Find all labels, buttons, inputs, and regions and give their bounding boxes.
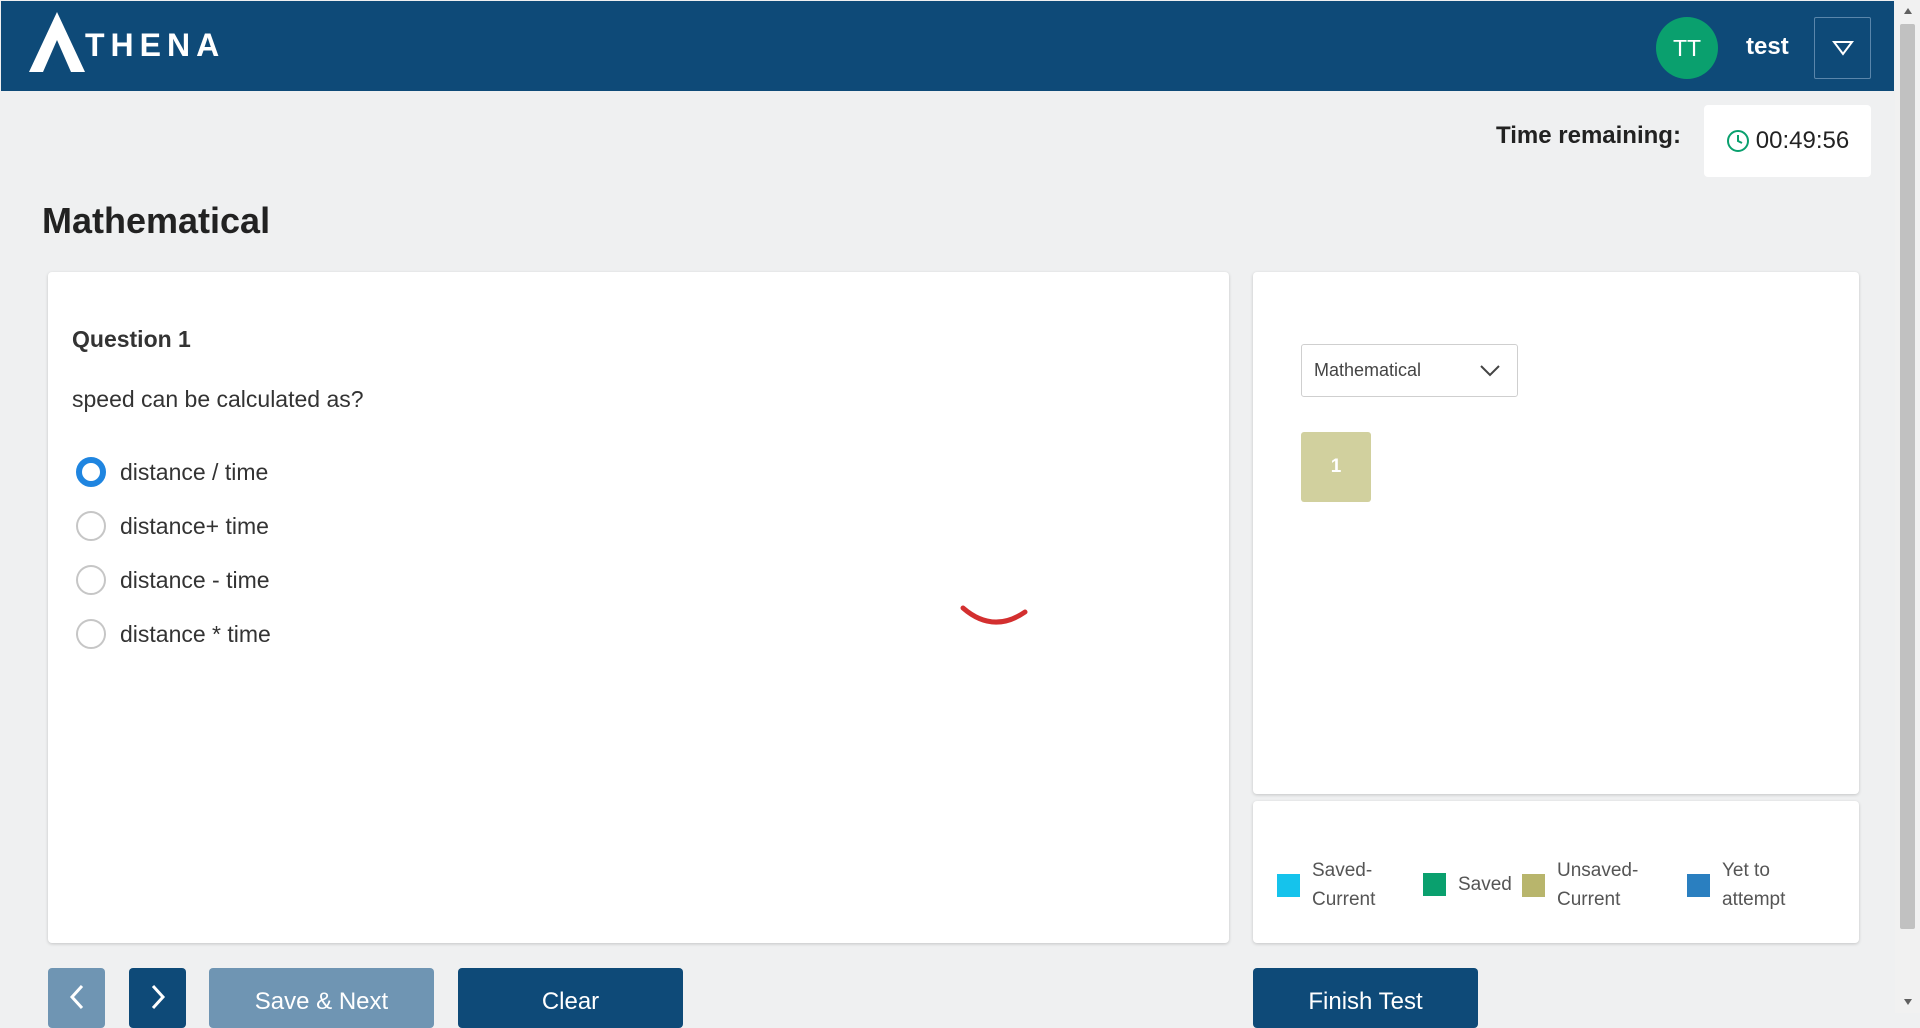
legend-label-line: Saved- [1312, 860, 1373, 881]
section-select[interactable]: Mathematical [1301, 344, 1518, 397]
scroll-down-arrow[interactable] [1895, 991, 1920, 1013]
option-label: distance - time [120, 566, 270, 593]
triangle-down-icon [1831, 41, 1854, 56]
timer-value: 00:49:56 [1755, 127, 1850, 154]
option-2[interactable]: distance+ time [76, 509, 269, 543]
option-radio[interactable] [76, 619, 106, 649]
page-scrollbar[interactable] [1895, 0, 1920, 1013]
brand-name: THENA [85, 26, 226, 63]
legend-label: Saved [1458, 874, 1512, 895]
legend-swatch [1687, 873, 1710, 897]
timer-display: 00:49:56 [1704, 105, 1871, 177]
question-text: speed can be calculated as? [72, 386, 364, 412]
option-label: distance * time [120, 620, 271, 647]
scroll-up-arrow[interactable] [1895, 0, 1920, 22]
legend-swatch [1522, 873, 1545, 897]
time-remaining-label: Time remaining: [1496, 122, 1681, 149]
legend-label-line: Unsaved- [1557, 860, 1639, 881]
legend-item-saved: Saved [1423, 870, 1512, 899]
option-3[interactable]: distance - time [76, 563, 270, 597]
logo-a-icon [29, 12, 85, 72]
avatar[interactable]: TT [1656, 17, 1718, 79]
legend-label: Saved- Current [1312, 856, 1375, 914]
scroll-thumb[interactable] [1900, 24, 1915, 929]
section-select-value: Mathematical [1314, 360, 1422, 380]
finish-test-button[interactable]: Finish Test [1253, 968, 1478, 1028]
legend-label-line: Current [1557, 889, 1621, 910]
option-radio[interactable] [76, 511, 106, 541]
loading-spinner-icon [960, 605, 1028, 625]
legend-label-line: Yet to [1722, 860, 1770, 881]
option-label: distance / time [120, 458, 269, 485]
option-1[interactable]: distance / time [76, 455, 268, 489]
legend-item-saved-current: Saved- Current [1277, 856, 1375, 914]
status-legend-card: Saved- Current Saved Unsaved- Current Ye… [1253, 801, 1859, 943]
question-card: Question 1 speed can be calculated as? d… [48, 272, 1229, 943]
legend-label-line: Current [1312, 889, 1376, 910]
legend-swatch [1277, 873, 1300, 897]
option-4[interactable]: distance * time [76, 617, 271, 651]
legend-item-unsaved-current: Unsaved- Current [1522, 856, 1638, 914]
previous-button[interactable] [48, 968, 105, 1028]
top-header-bar: THENA TT test [1, 1, 1894, 91]
username-label: test [1746, 33, 1789, 60]
clock-icon [1726, 130, 1749, 152]
option-label: distance+ time [120, 512, 269, 539]
legend-swatch [1423, 873, 1446, 896]
option-radio-selected[interactable] [76, 457, 106, 487]
next-button[interactable] [129, 968, 186, 1028]
athena-logo[interactable]: THENA [25, 9, 225, 75]
question-navigator-card: Mathematical 1 [1253, 272, 1859, 794]
save-next-button[interactable]: Save & Next [209, 968, 434, 1028]
chevron-left-icon [69, 984, 83, 1010]
question-number: Question 1 [72, 326, 191, 352]
clear-button[interactable]: Clear [458, 968, 683, 1028]
chevron-down-icon [1480, 364, 1500, 376]
option-radio[interactable] [76, 565, 106, 595]
arrow-up-icon [1903, 8, 1912, 14]
user-menu-button[interactable] [1814, 17, 1871, 79]
question-tile-1[interactable]: 1 [1301, 432, 1371, 502]
legend-label-line: attempt [1722, 889, 1786, 910]
arrow-down-icon [1903, 999, 1912, 1005]
chevron-right-icon [151, 984, 165, 1010]
legend-item-yet-to-attempt: Yet to attempt [1687, 856, 1785, 914]
legend-label: Unsaved- Current [1557, 856, 1638, 914]
page-title: Mathematical [42, 200, 271, 241]
legend-label: Yet to attempt [1722, 856, 1785, 914]
